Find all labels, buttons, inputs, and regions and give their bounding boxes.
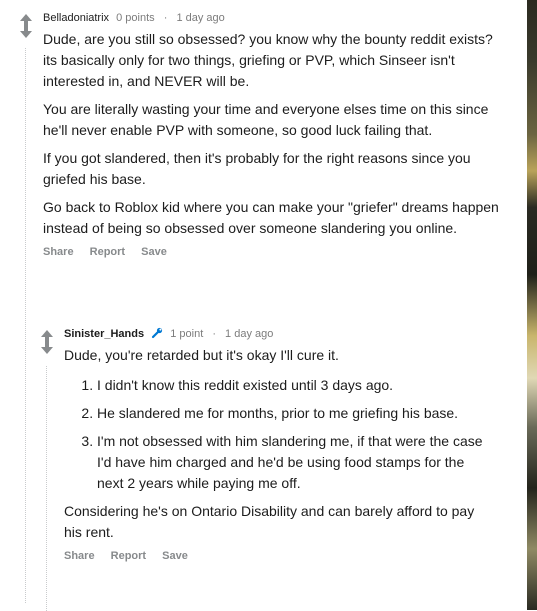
report-button[interactable]: Report <box>111 550 146 562</box>
save-button[interactable]: Save <box>162 550 188 562</box>
comment-paragraph: Considering he's on Ontario Disability a… <box>64 503 475 540</box>
comment-time[interactable]: 1 day ago <box>176 12 224 24</box>
arrow-up-icon[interactable] <box>20 14 32 26</box>
meta-separator: · <box>163 12 168 24</box>
list-item: I'm not obsessed with him slandering me,… <box>97 431 489 494</box>
save-button[interactable]: Save <box>141 246 167 258</box>
comment-paragraph: Go back to Roblox kid where you can make… <box>43 199 499 236</box>
comment-paragraph: If you got slandered, then it's probably… <box>43 150 471 187</box>
list-item: I didn't know this reddit existed until … <box>97 375 489 396</box>
comment-meta: Sinister_Hands 1 point · 1 day ago <box>64 326 489 342</box>
thread-line[interactable] <box>46 366 47 611</box>
vote-column <box>17 14 35 38</box>
comment-points: 0 points <box>116 12 155 24</box>
comment-body: Dude, you're retarded but it's okay I'll… <box>64 345 489 543</box>
list-item: He slandered me for months, prior to me … <box>97 403 489 424</box>
meta-separator: · <box>212 328 216 340</box>
background-image-strip <box>527 0 537 610</box>
comment-actions: Share Report Save <box>64 550 489 562</box>
comment-points: 1 point <box>170 328 204 340</box>
comment-paragraph: Dude, are you still so obsessed? you kno… <box>43 31 493 89</box>
report-button[interactable]: Report <box>90 246 125 258</box>
comment-paragraph: Dude, you're retarded but it's okay I'll… <box>64 347 339 363</box>
author-name[interactable]: Belladoniatrix <box>43 12 109 24</box>
comment-actions: Share Report Save <box>43 246 503 258</box>
author-name[interactable]: Sinister_Hands <box>64 328 144 340</box>
share-button[interactable]: Share <box>43 246 74 258</box>
thread-line[interactable] <box>25 48 26 603</box>
comment-paragraph: You are literally wasting your time and … <box>43 101 489 138</box>
wrench-icon <box>151 327 163 339</box>
share-button[interactable]: Share <box>64 550 95 562</box>
arrow-down-icon[interactable] <box>41 342 53 354</box>
comment-meta: Belladoniatrix 0 points · 1 day ago <box>43 10 503 26</box>
comment-body: Dude, are you still so obsessed? you kno… <box>43 29 503 239</box>
arrow-up-icon[interactable] <box>41 330 53 342</box>
arrow-down-icon[interactable] <box>20 26 32 38</box>
vote-column <box>38 330 56 354</box>
comment-time[interactable]: 1 day ago <box>225 328 273 340</box>
numbered-list: I didn't know this reddit existed until … <box>64 375 489 494</box>
